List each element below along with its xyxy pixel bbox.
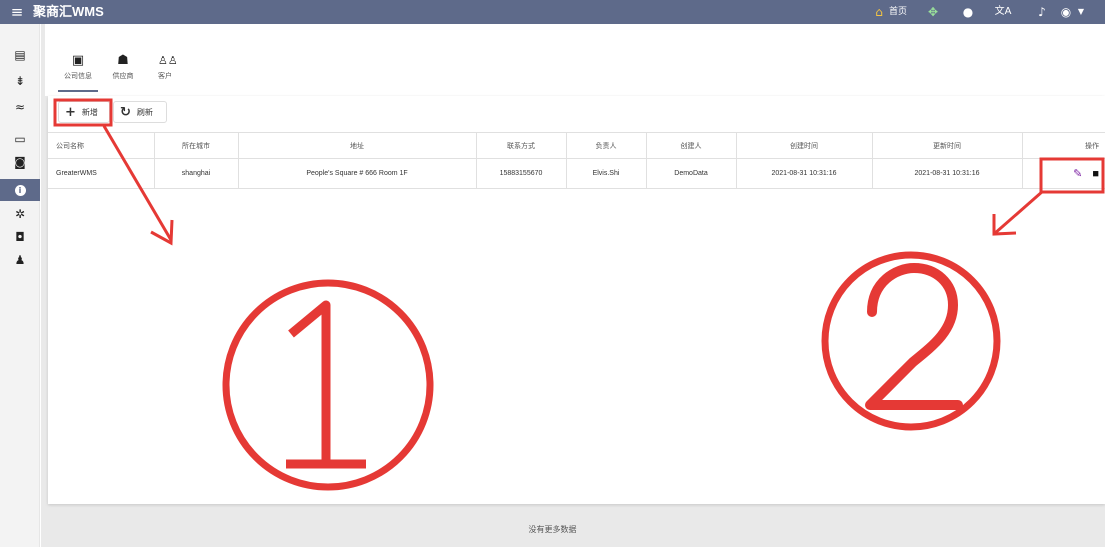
annotation-number-1 (286, 300, 366, 469)
highlight-box-actions (1039, 157, 1105, 194)
annotation-overlay (53, 98, 1105, 491)
arrow-line-1 (102, 125, 173, 241)
annotation-number-2 (865, 263, 963, 410)
highlight-box-add (53, 98, 113, 127)
arrow-line-2 (993, 189, 1044, 236)
